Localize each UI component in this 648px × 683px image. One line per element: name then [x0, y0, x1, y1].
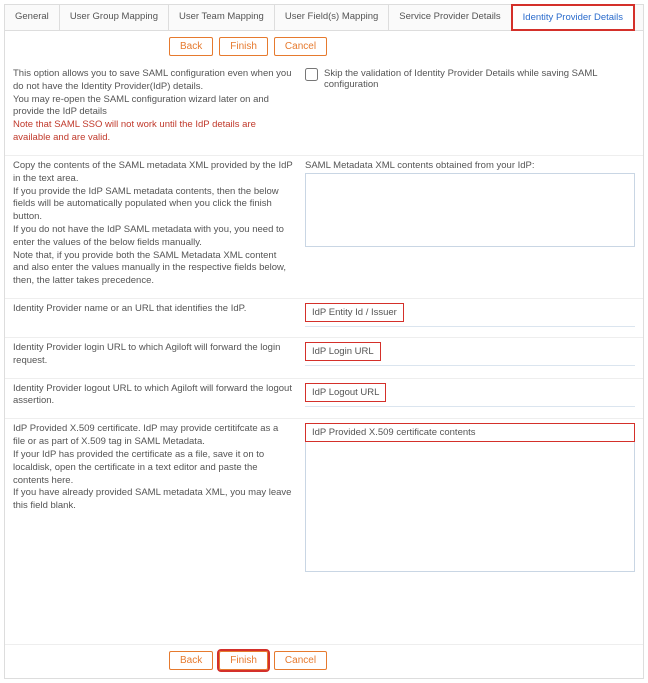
intro-text: This option allows you to save SAML conf… — [13, 68, 305, 145]
tab-user-group-mapping[interactable]: User Group Mapping — [60, 5, 169, 30]
tab-general[interactable]: General — [5, 5, 60, 30]
cert-desc2: If your IdP has provided the certificate… — [13, 449, 264, 486]
skip-validation-checkbox[interactable] — [305, 68, 318, 81]
metadata-instr1: Copy the contents of the SAML metadata X… — [13, 160, 293, 184]
metadata-instr4: Note that, if you provide both the SAML … — [13, 250, 286, 287]
logout-desc: Identity Provider logout URL to which Ag… — [13, 383, 305, 409]
entity-desc: Identity Provider name or an URL that id… — [13, 303, 305, 327]
tab-identity-provider-details[interactable]: Identity Provider Details — [511, 4, 635, 31]
top-button-row: Back Finish Cancel — [5, 31, 643, 64]
tab-bar: General User Group Mapping User Team Map… — [5, 5, 643, 31]
intro-warning: Note that SAML SSO will not work until t… — [13, 119, 256, 143]
idp-login-input[interactable]: IdP Login URL — [305, 342, 381, 361]
intro-line2: You may re-open the SAML configuration w… — [13, 94, 269, 118]
metadata-instr2: If you provide the IdP SAML metadata con… — [13, 186, 279, 223]
back-button-bottom[interactable]: Back — [169, 651, 213, 670]
back-button[interactable]: Back — [169, 37, 213, 56]
idp-entity-input[interactable]: IdP Entity Id / Issuer — [305, 303, 404, 322]
cert-desc1: IdP Provided X.509 certificate. IdP may … — [13, 423, 278, 447]
metadata-xml-label: SAML Metadata XML contents obtained from… — [305, 160, 635, 171]
metadata-xml-textarea[interactable] — [305, 173, 635, 247]
idp-cert-label: IdP Provided X.509 certificate contents — [305, 423, 635, 442]
cert-desc3: If you have already provided SAML metada… — [13, 487, 291, 511]
finish-button[interactable]: Finish — [219, 37, 268, 56]
bottom-button-row: Back Finish Cancel — [5, 645, 643, 678]
intro-line1: This option allows you to save SAML conf… — [13, 68, 291, 92]
cert-desc: IdP Provided X.509 certificate. IdP may … — [13, 423, 305, 575]
login-desc: Identity Provider login URL to which Agi… — [13, 342, 305, 368]
metadata-instr3: If you do not have the IdP SAML metadata… — [13, 224, 284, 248]
tab-service-provider-details[interactable]: Service Provider Details — [389, 5, 511, 30]
finish-button-bottom[interactable]: Finish — [219, 651, 268, 670]
idp-logout-input[interactable]: IdP Logout URL — [305, 383, 386, 402]
skip-validation-row[interactable]: Skip the validation of Identity Provider… — [305, 68, 635, 90]
cancel-button-bottom[interactable]: Cancel — [274, 651, 327, 670]
skip-validation-label: Skip the validation of Identity Provider… — [324, 68, 635, 90]
tab-user-team-mapping[interactable]: User Team Mapping — [169, 5, 275, 30]
tab-user-fields-mapping[interactable]: User Field(s) Mapping — [275, 5, 389, 30]
metadata-instructions: Copy the contents of the SAML metadata X… — [13, 160, 305, 288]
idp-cert-textarea[interactable] — [305, 442, 635, 572]
cancel-button[interactable]: Cancel — [274, 37, 327, 56]
